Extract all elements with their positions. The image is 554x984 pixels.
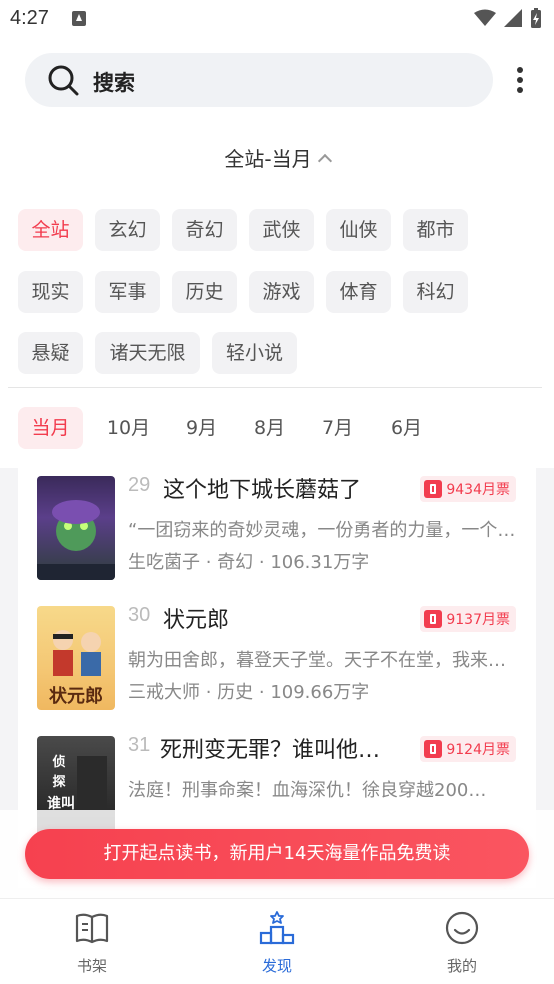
book-title: 死刑变无罪？谁叫他… xyxy=(160,738,381,763)
votes-badge: 9137月票 xyxy=(420,606,516,632)
tab-label: 书架 xyxy=(76,957,107,975)
rank-number: 31 xyxy=(128,734,151,756)
category-chip[interactable]: 诸天无限 xyxy=(95,332,200,374)
cover-art: 状元郎 xyxy=(49,630,103,707)
promo-overlay: 打开起点读书，新用户14天海量作品免费读 xyxy=(0,810,554,898)
svg-text:侦: 侦 xyxy=(51,754,65,770)
votes-count: 9137月票 xyxy=(446,612,510,628)
votes-count: 9434月票 xyxy=(446,482,510,498)
category-chip[interactable]: 现实 xyxy=(18,271,83,313)
book-title: 状元郎 xyxy=(163,608,230,633)
profile-icon xyxy=(445,911,479,945)
ticket-icon xyxy=(424,740,443,758)
category-chip[interactable]: 奇幻 xyxy=(172,209,237,251)
list-item[interactable]: 状元郎 30 状元郎 9137月票 朝为田舍郎，暮登天子堂。天子不在堂，我来… … xyxy=(18,598,536,714)
month-tab[interactable]: 7月 xyxy=(305,407,370,449)
month-tab[interactable]: 9月 xyxy=(169,407,234,449)
search-bar[interactable]: 搜索 xyxy=(25,53,493,107)
podium-icon xyxy=(259,911,295,945)
book-icon xyxy=(75,913,109,944)
book-desc: “一团窃来的奇妙灵魂，一份勇者的力量，一个… xyxy=(128,520,516,541)
book-meta: 三戒大师 · 历史 · 109.66万字 xyxy=(128,682,370,703)
category-chip[interactable]: 仙侠 xyxy=(326,209,391,251)
svg-text:状元郎: 状元郎 xyxy=(49,685,103,707)
ticket-icon xyxy=(424,480,443,498)
tab-discover[interactable]: 发现 xyxy=(217,911,337,976)
category-chip[interactable]: 玄幻 xyxy=(95,209,160,251)
rank-number: 29 xyxy=(128,474,151,496)
tab-mine[interactable]: 我的 xyxy=(402,911,522,976)
book-desc: 法庭！刑事命案！血海深仇！徐良穿越200… xyxy=(128,780,487,801)
more-menu-icon[interactable] xyxy=(513,67,527,95)
tab-label: 我的 xyxy=(446,957,477,975)
category-chip-all[interactable]: 全站 xyxy=(18,209,83,251)
category-chip[interactable]: 武侠 xyxy=(249,209,314,251)
promo-button[interactable]: 打开起点读书，新用户14天海量作品免费读 xyxy=(25,829,529,879)
notification-icon xyxy=(72,11,86,26)
chevron-up-icon xyxy=(317,153,332,169)
list-item[interactable]: 29 这个地下城长蘑菇了 9434月票 “一团窃来的奇妙灵魂，一份勇者的力量，一… xyxy=(18,468,536,584)
svg-text:探: 探 xyxy=(52,774,65,790)
battery-icon xyxy=(531,8,541,28)
month-tab-current[interactable]: 当月 xyxy=(18,407,83,449)
wifi-icon xyxy=(474,9,496,26)
book-cover xyxy=(37,476,115,580)
category-chip[interactable]: 悬疑 xyxy=(18,332,83,374)
month-tab[interactable]: 6月 xyxy=(374,407,439,449)
category-chip[interactable]: 历史 xyxy=(172,271,237,313)
category-chip[interactable]: 科幻 xyxy=(403,271,468,313)
signal-icon xyxy=(504,9,522,27)
divider xyxy=(8,387,542,388)
book-meta: 生吃菌子 · 奇幻 · 106.31万字 xyxy=(128,552,370,573)
bottom-tab-bar: 书架 发现 我的 xyxy=(0,898,554,984)
status-bar: 4:27 xyxy=(0,0,554,38)
month-tab[interactable]: 10月 xyxy=(96,407,161,449)
range-title: 全站-当月 xyxy=(224,147,312,171)
search-label: 搜索 xyxy=(93,71,135,95)
votes-badge: 9434月票 xyxy=(420,476,516,502)
tab-label: 发现 xyxy=(261,957,292,975)
status-icons xyxy=(474,8,542,28)
ticket-icon xyxy=(424,610,443,628)
book-desc: 朝为田舍郎，暮登天子堂。天子不在堂，我来… xyxy=(128,650,506,671)
category-chip[interactable]: 体育 xyxy=(326,271,391,313)
search-icon xyxy=(48,65,79,96)
votes-badge: 9124月票 xyxy=(420,736,516,762)
tab-bookshelf[interactable]: 书架 xyxy=(32,911,152,976)
status-time: 4:27 xyxy=(10,7,49,29)
range-selector[interactable]: 全站-当月 xyxy=(0,143,554,172)
category-chip[interactable]: 轻小说 xyxy=(212,332,297,374)
category-chip[interactable]: 都市 xyxy=(403,209,468,251)
book-title: 这个地下城长蘑菇了 xyxy=(163,478,362,503)
category-chip[interactable]: 军事 xyxy=(95,271,160,313)
category-chip[interactable]: 游戏 xyxy=(249,271,314,313)
month-tab[interactable]: 8月 xyxy=(237,407,302,449)
votes-count: 9124月票 xyxy=(446,742,510,758)
book-cover: 状元郎 xyxy=(37,606,115,710)
rank-number: 30 xyxy=(128,604,151,626)
cover-art xyxy=(37,500,115,580)
